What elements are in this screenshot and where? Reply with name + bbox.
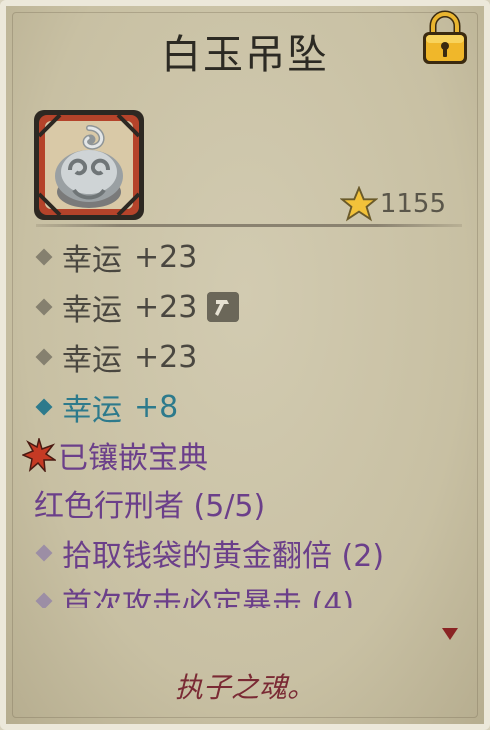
stat-list[interactable]: 幸运 +23 幸运 +23 幸运 +23 幸运 +8 已镶嵌宝典 红色行刑者 (… [6, 232, 484, 608]
stat-row: 幸运 +23 [6, 232, 484, 282]
item-score: 1155 [339, 186, 446, 222]
bullet-icon [35, 348, 53, 366]
socket-star-icon [22, 438, 56, 472]
set-title: 红色行刑者 (5/5) [6, 478, 484, 528]
bullet-icon [35, 398, 53, 416]
scroll-down-arrow-icon[interactable] [442, 628, 458, 640]
lock-icon[interactable] [420, 10, 470, 66]
bullet-icon [35, 592, 53, 608]
flavor-text: 执子之魂。 [174, 671, 315, 704]
stat-label: 幸运 [62, 393, 122, 428]
title-bar: 白玉吊坠 [26, 16, 464, 94]
set-bonus-row: 首次攻击必定暴击 (4) [6, 576, 484, 608]
star-icon [339, 186, 378, 222]
score-value: 1155 [379, 189, 446, 219]
stat-label: 幸运 [62, 343, 122, 378]
divider [36, 224, 462, 227]
bullet-icon [35, 544, 53, 562]
stat-row: 幸运 +23 [6, 282, 484, 332]
set-title-text: 红色行刑者 (5/5) [34, 489, 266, 524]
stat-value: +23 [134, 339, 198, 375]
set-bonus-text: 拾取钱袋的黄金翻倍 (2) [62, 539, 385, 574]
stat-value: +23 [134, 239, 198, 275]
hammer-icon [207, 292, 240, 322]
set-bonus-text: 首次攻击必定暴击 (4) [62, 587, 355, 608]
stat-value: +23 [134, 289, 198, 325]
item-name: 白玉吊坠 [161, 32, 329, 78]
stat-label: 幸运 [62, 293, 122, 328]
socket-row: 已镶嵌宝典 [6, 430, 484, 480]
set-bonus-row: 拾取钱袋的黄金翻倍 (2) [6, 528, 484, 578]
stat-row: 幸运 +23 [6, 332, 484, 382]
bullet-icon [35, 248, 53, 266]
bullet-icon [35, 298, 53, 316]
item-tooltip-panel: 白玉吊坠 1155 幸运 +23 幸运 +23 幸运 +23 幸运 +8 已镶嵌… [0, 0, 490, 730]
stat-row-bonus: 幸运 +8 [6, 382, 484, 432]
stat-value: +8 [134, 389, 179, 425]
socket-label: 已镶嵌宝典 [58, 441, 208, 476]
white-jade-pendant-icon [34, 110, 144, 220]
stat-label: 幸运 [62, 243, 122, 278]
